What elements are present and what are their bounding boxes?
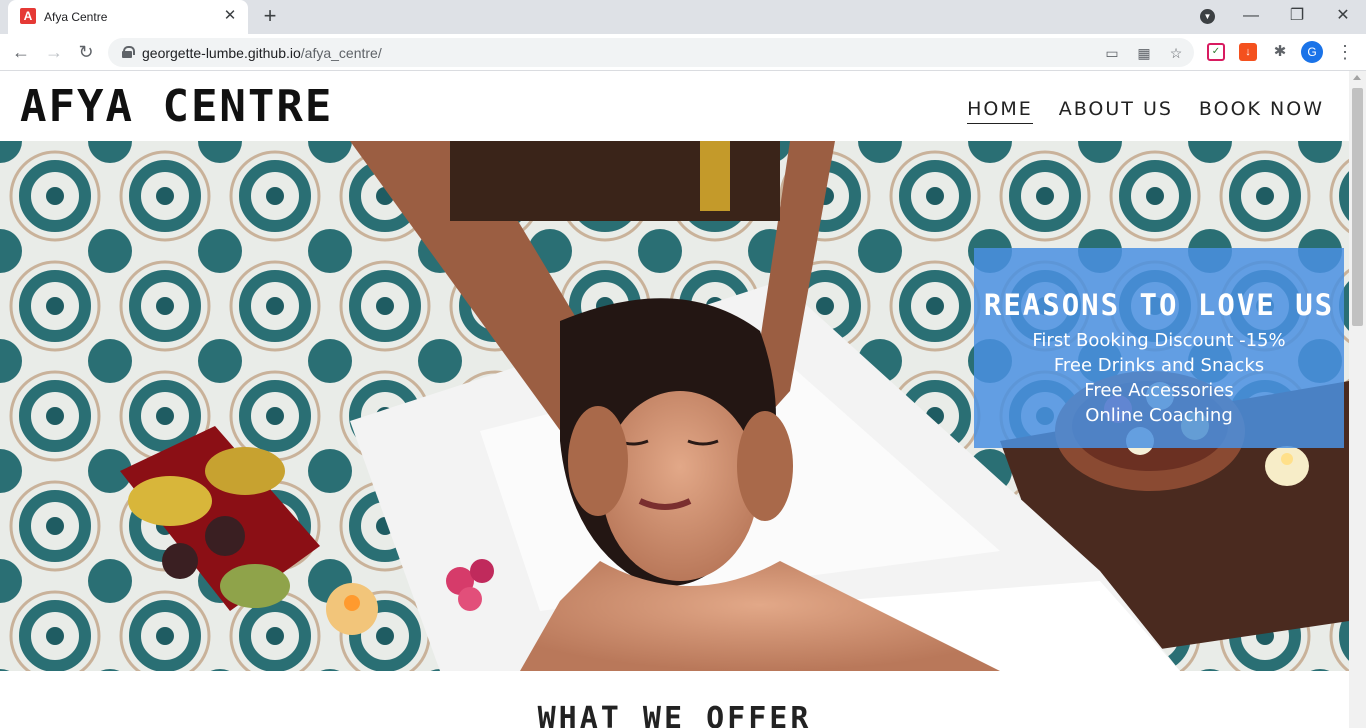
url-path: /afya_centre/ xyxy=(300,45,382,61)
page-scrollbar[interactable] xyxy=(1349,71,1366,728)
promo-item: First Booking Discount -15% xyxy=(1032,330,1286,351)
url-host: georgette-lumbe.github.io xyxy=(142,45,301,61)
minimize-icon[interactable]: — xyxy=(1238,4,1264,28)
extension-download-icon[interactable]: ↓ xyxy=(1239,43,1257,61)
section-title: WHAT WE OFFER xyxy=(537,701,812,728)
new-tab-icon[interactable]: + xyxy=(258,5,282,29)
nav-book-link[interactable]: BOOK NOW xyxy=(1199,98,1324,124)
scroll-thumb[interactable] xyxy=(1352,88,1363,326)
forward-icon[interactable]: → xyxy=(42,40,66,64)
tab-search-icon[interactable]: ▼ xyxy=(1200,9,1215,24)
tab-title: Afya Centre xyxy=(44,10,108,24)
promo-title: REASONS TO LOVE US xyxy=(983,288,1335,322)
tab-favicon-icon: A xyxy=(20,8,36,24)
nav-home-link[interactable]: HOME xyxy=(967,98,1033,124)
back-icon[interactable]: ← xyxy=(9,40,33,64)
site-header: AFYA CENTRE HOME ABOUT US BOOK NOW xyxy=(0,71,1349,141)
close-window-icon[interactable]: ✕ xyxy=(1330,4,1356,28)
site-logo[interactable]: AFYA CENTRE xyxy=(20,81,333,132)
lock-icon[interactable] xyxy=(122,46,135,58)
browser-tab-bar: A Afya Centre ✕ + ▼ — ❐ ✕ xyxy=(0,0,1366,34)
bookmark-star-icon[interactable]: ☆ xyxy=(1166,43,1186,63)
browser-toolbar: ← → ↻ georgette-lumbe.github.io/afya_cen… xyxy=(0,34,1366,71)
browser-menu-icon[interactable]: ⋮ xyxy=(1336,41,1354,63)
promo-item: Free Accessories xyxy=(1084,380,1234,401)
address-bar[interactable]: georgette-lumbe.github.io/afya_centre/ ▭… xyxy=(108,38,1194,67)
cast-icon[interactable]: ▭ xyxy=(1102,43,1122,63)
extensions-puzzle-icon[interactable]: ✱ xyxy=(1271,43,1289,61)
browser-tab[interactable]: A Afya Centre ✕ xyxy=(8,0,248,34)
qr-code-icon[interactable]: ▦ xyxy=(1134,43,1154,63)
scroll-up-icon[interactable] xyxy=(1353,75,1361,80)
promo-item: Free Drinks and Snacks xyxy=(1053,355,1265,376)
promo-box: REASONS TO LOVE US First Booking Discoun… xyxy=(974,248,1344,448)
restore-icon[interactable]: ❐ xyxy=(1284,4,1310,28)
profile-avatar[interactable]: G xyxy=(1301,41,1323,63)
url-text[interactable]: georgette-lumbe.github.io/afya_centre/ xyxy=(142,45,382,61)
page-viewport: AFYA CENTRE HOME ABOUT US BOOK NOW REASO… xyxy=(0,71,1349,728)
hero-image: REASONS TO LOVE US First Booking Discoun… xyxy=(0,141,1349,671)
promo-list: First Booking Discount -15% Free Drinks … xyxy=(974,328,1344,428)
promo-item: Online Coaching xyxy=(1085,405,1233,426)
extension-shield-icon[interactable]: ✓ xyxy=(1207,43,1225,61)
site-nav: HOME ABOUT US BOOK NOW xyxy=(967,98,1324,124)
nav-about-link[interactable]: ABOUT US xyxy=(1059,98,1173,124)
reload-icon[interactable]: ↻ xyxy=(74,40,98,64)
tab-close-icon[interactable]: ✕ xyxy=(222,8,238,24)
